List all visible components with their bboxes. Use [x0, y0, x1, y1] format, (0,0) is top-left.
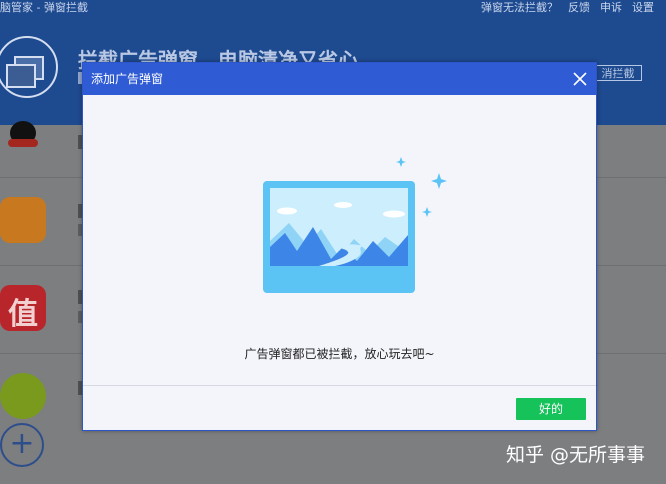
cannot-block-link[interactable]: 弹窗无法拦截？: [481, 0, 558, 15]
app-window-title: 脑管家 - 弹窗拦截: [0, 1, 88, 14]
close-icon[interactable]: [568, 67, 592, 91]
monitor-illustration-icon: [263, 157, 447, 293]
dialog-titlebar: 添加广告弹窗: [83, 63, 596, 95]
app-title-actions: 弹窗无法拦截？ 反馈 申诉 设置: [481, 0, 654, 15]
qq-penguin-icon: [4, 121, 40, 151]
appeal-link[interactable]: 申诉: [600, 0, 622, 15]
add-popup-button[interactable]: +: [0, 423, 44, 467]
feedback-link[interactable]: 反馈: [568, 0, 590, 15]
popup-block-logo-icon: [0, 36, 58, 98]
status-message: 广告弹窗都已被拦截，放心玩去吧~: [244, 347, 435, 361]
cancel-block-button[interactable]: 消拦截: [594, 65, 642, 81]
add-popup-dialog: 添加广告弹窗 广告弹窗都已被拦截，放心玩去吧~ 好的: [82, 62, 597, 431]
green-app-icon: [0, 373, 46, 419]
watermark: 知乎 @无所事事: [506, 444, 646, 466]
dialog-title: 添加广告弹窗: [91, 72, 164, 86]
app-titlebar: 脑管家 - 弹窗拦截 弹窗无法拦截？ 反馈 申诉 设置: [0, 0, 666, 16]
zhi-app-icon: 值: [0, 285, 46, 332]
settings-link[interactable]: 设置: [632, 0, 654, 15]
dialog-divider: [83, 385, 596, 386]
uc-browser-icon: [0, 197, 46, 243]
dialog-body: 广告弹窗都已被拦截，放心玩去吧~: [83, 95, 596, 385]
ok-button[interactable]: 好的: [516, 398, 586, 420]
